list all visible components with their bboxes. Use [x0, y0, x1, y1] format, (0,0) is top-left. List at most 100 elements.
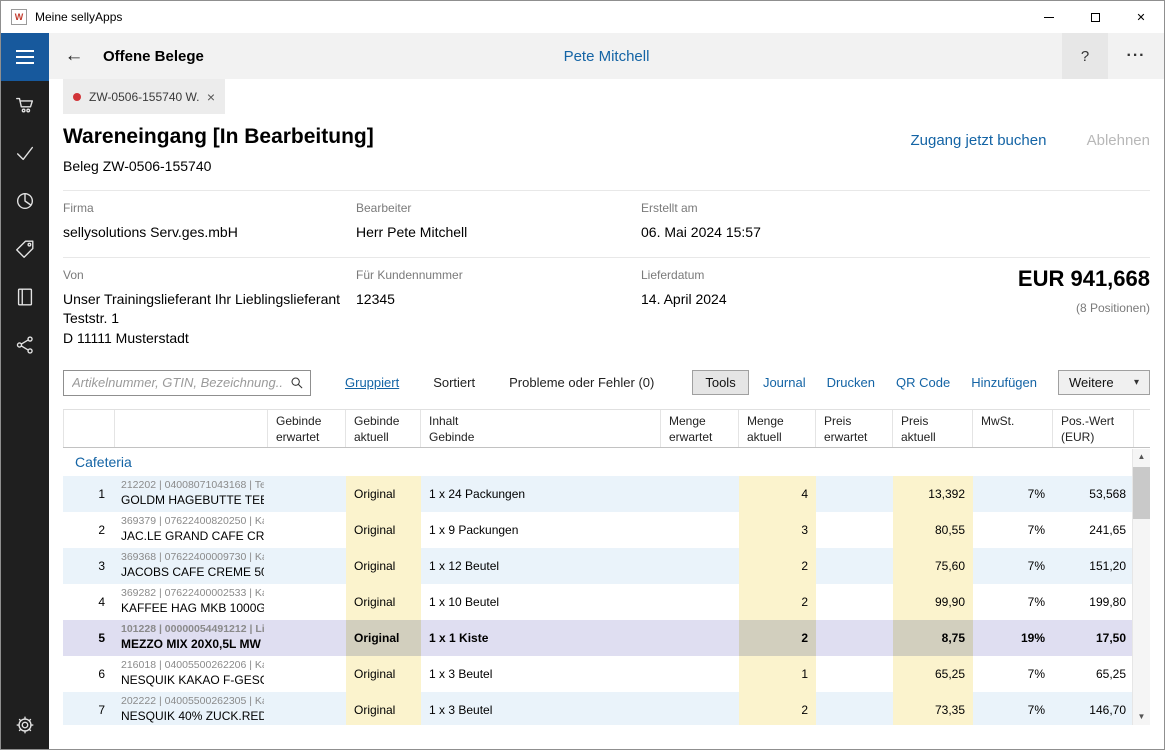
tools-button[interactable]: Tools	[692, 370, 748, 395]
table-row[interactable]: 4369282 | 07622400002533 | Kaff...KAFFEE…	[63, 584, 1134, 620]
user-name[interactable]: Pete Mitchell	[49, 48, 1164, 65]
article-name: MEZZO MIX 20X0,5L MW	[121, 636, 261, 652]
table-row[interactable]: 7202222 | 04005500262305 | Kak...NESQUIK…	[63, 692, 1134, 725]
total-box: EUR 941,668 (8 Positionen)	[1018, 266, 1150, 315]
scroll-down-button[interactable]: ▼	[1133, 709, 1150, 725]
supplier-line: Unser Trainingslieferant Ihr Lieblingsli…	[63, 290, 356, 310]
table-row[interactable]: 1212202 | 04008071043168 | Tee |...GOLDM…	[63, 476, 1134, 512]
minimize-button[interactable]	[1026, 1, 1072, 33]
total-amount: EUR 941,668	[1018, 266, 1150, 292]
gebinde-aktuell-cell[interactable]: Original	[346, 692, 421, 725]
price-tag-icon	[14, 238, 36, 260]
preis-aktuell-cell[interactable]: 8,75	[893, 620, 973, 656]
search-input[interactable]	[63, 370, 311, 396]
page-title: Offene Belege	[103, 48, 204, 65]
column-header: Menge aktuell	[739, 410, 816, 447]
drucken-link[interactable]: Drucken	[827, 375, 875, 390]
vertical-scrollbar[interactable]: ▲ ▼	[1132, 449, 1150, 725]
help-button[interactable]: ?	[1062, 33, 1108, 79]
document-area: Wareneingang [In Bearbeitung] Zugang jet…	[49, 114, 1164, 749]
book-now-link[interactable]: Zugang jetzt buchen	[910, 132, 1046, 149]
column-header: Menge erwartet	[661, 410, 739, 447]
scrollbar-thumb[interactable]	[1133, 467, 1150, 519]
sidebar-item-statistics[interactable]	[1, 177, 49, 225]
journal-link[interactable]: Journal	[763, 375, 806, 390]
supplier-line: D 11111 Musterstadt	[63, 329, 356, 349]
hinzufuegen-link[interactable]: Hinzufügen	[971, 375, 1037, 390]
table-row[interactable]: 5 101228 | 00000054491212 | Lim...MEZZO M…	[63, 620, 1134, 656]
gebinde-erwartet-cell	[268, 584, 346, 620]
inhalt-gebinde-cell: 1 x 9 Packungen	[421, 512, 661, 548]
reject-link[interactable]: Ablehnen	[1087, 132, 1150, 149]
topbar-actions: ? ···	[1062, 33, 1164, 79]
table-header-row: Gebinde erwartetGebinde aktuellInhalt Ge…	[63, 410, 1150, 448]
sidebar-item-journal[interactable]	[1, 273, 49, 321]
table-row[interactable]: 6216018 | 04005500262206 | Kak...NESQUIK…	[63, 656, 1134, 692]
titlebar: W Meine sellyApps ✕	[1, 1, 1164, 33]
scroll-up-button[interactable]: ▲	[1133, 449, 1150, 465]
menge-aktuell-cell[interactable]: 2	[739, 620, 816, 656]
supplier-line: Teststr. 1	[63, 309, 356, 329]
preis-aktuell-cell[interactable]: 99,90	[893, 584, 973, 620]
field-label: Firma	[63, 201, 356, 215]
preis-aktuell-cell[interactable]: 13,392	[893, 476, 973, 512]
preis-aktuell-cell[interactable]: 65,25	[893, 656, 973, 692]
gebinde-aktuell-cell[interactable]: Original	[346, 656, 421, 692]
search-box	[63, 370, 311, 396]
inhalt-gebinde-cell: 1 x 12 Beutel	[421, 548, 661, 584]
gruppiert-link[interactable]: Gruppiert	[345, 375, 399, 390]
preis-erwartet-cell	[816, 656, 893, 692]
sidebar-item-share[interactable]	[1, 321, 49, 369]
tab-close-button[interactable]: ×	[207, 89, 215, 105]
document-number: Beleg ZW-0506-155740	[63, 158, 1150, 174]
field-value: sellysolutions Serv.ges.mbH	[63, 223, 356, 243]
menge-aktuell-cell[interactable]: 2	[739, 692, 816, 725]
weitere-dropdown-button[interactable]: Weitere ▾	[1058, 370, 1150, 395]
mwst-cell: 7%	[973, 512, 1053, 548]
gebinde-aktuell-cell[interactable]: Original	[346, 476, 421, 512]
gebinde-aktuell-cell[interactable]: Original	[346, 584, 421, 620]
probleme-fehler-link[interactable]: Probleme oder Fehler (0)	[509, 375, 654, 390]
gebinde-aktuell-cell[interactable]: Original	[346, 620, 421, 656]
document-title: Wareneingang [In Bearbeitung]	[63, 124, 374, 149]
article-cell: 202222 | 04005500262305 | Kak...NESQUIK …	[115, 692, 268, 725]
back-button[interactable]: ←	[57, 33, 91, 79]
row-number: 5	[63, 620, 115, 656]
preis-aktuell-cell[interactable]: 73,35	[893, 692, 973, 725]
table-row[interactable]: 2369379 | 07622400820250 | Kaff...JAC.LE…	[63, 512, 1134, 548]
maximize-button[interactable]	[1072, 1, 1118, 33]
more-icon: ···	[1127, 47, 1146, 65]
qr-code-link[interactable]: QR Code	[896, 375, 950, 390]
preis-aktuell-cell[interactable]: 80,55	[893, 512, 973, 548]
document-tab[interactable]: ZW-0506-155740 W... ×	[63, 79, 225, 114]
preis-erwartet-cell	[816, 620, 893, 656]
close-button[interactable]: ✕	[1118, 1, 1164, 33]
preis-aktuell-cell[interactable]: 75,60	[893, 548, 973, 584]
pos-wert-cell: 199,80	[1053, 584, 1134, 620]
group-header-row[interactable]: Cafeteria	[63, 448, 1134, 476]
sidebar-item-prices[interactable]	[1, 225, 49, 273]
menge-aktuell-cell[interactable]: 4	[739, 476, 816, 512]
field-value: 12345	[356, 290, 641, 310]
sortiert-link[interactable]: Sortiert	[433, 375, 475, 390]
share-network-icon	[14, 334, 36, 356]
hamburger-menu-button[interactable]	[1, 33, 49, 81]
menge-aktuell-cell[interactable]: 3	[739, 512, 816, 548]
search-icon[interactable]	[289, 375, 305, 394]
article-cell: 212202 | 04008071043168 | Tee |...GOLDM …	[115, 476, 268, 512]
table-row[interactable]: 3369368 | 07622400009730 | Kaff...JACOBS…	[63, 548, 1134, 584]
sidebar-item-shop[interactable]	[1, 81, 49, 129]
menge-aktuell-cell[interactable]: 1	[739, 656, 816, 692]
menge-aktuell-cell[interactable]: 2	[739, 584, 816, 620]
sidebar-item-tasks[interactable]	[1, 129, 49, 177]
more-button[interactable]: ···	[1108, 33, 1164, 79]
gebinde-aktuell-cell[interactable]: Original	[346, 548, 421, 584]
sidebar-item-settings[interactable]	[1, 701, 49, 749]
sidebar-spacer	[1, 369, 49, 701]
row-number: 6	[63, 656, 115, 692]
row-number: 2	[63, 512, 115, 548]
gebinde-aktuell-cell[interactable]: Original	[346, 512, 421, 548]
field-value: 06. Mai 2024 15:57	[641, 223, 1150, 243]
article-meta: 101228 | 00000054491212 | Lim...	[121, 623, 264, 637]
menge-aktuell-cell[interactable]: 2	[739, 548, 816, 584]
